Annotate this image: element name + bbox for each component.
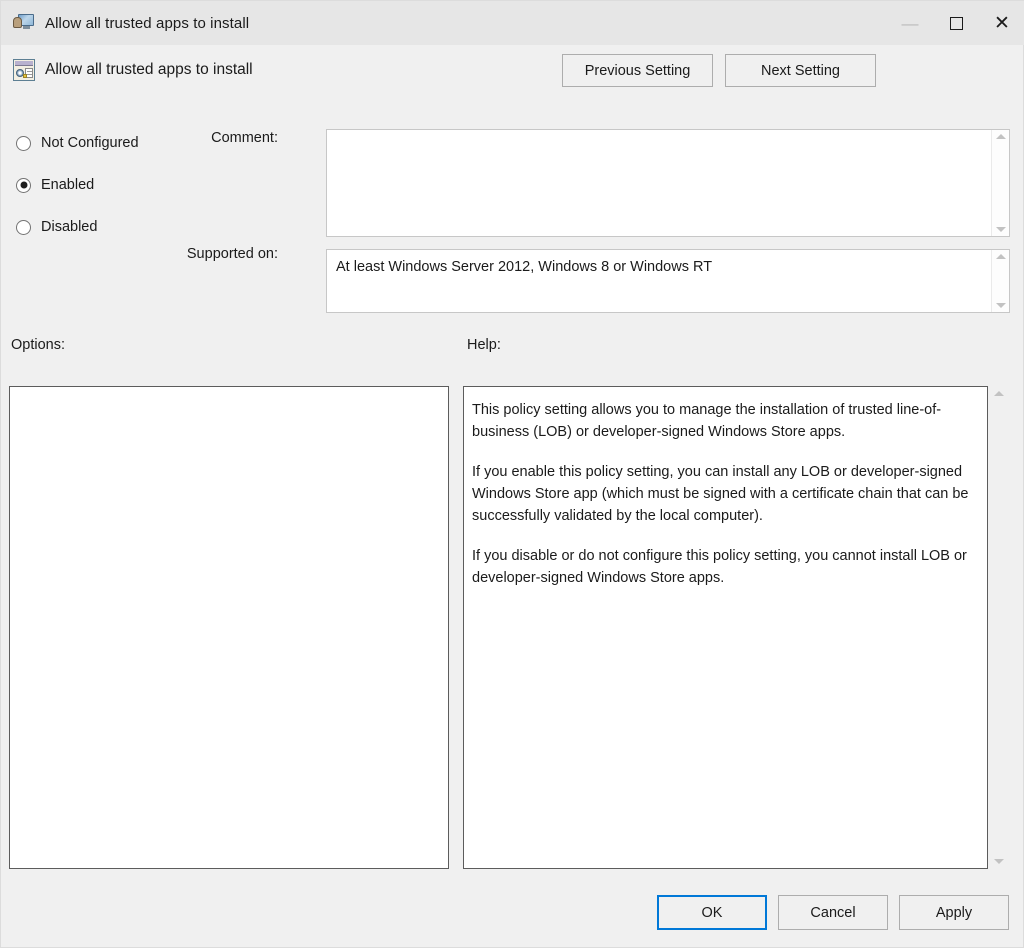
setting-header: Allow all trusted apps to install Previo… [1, 45, 1024, 109]
help-label: Help: [467, 337, 501, 353]
previous-setting-button[interactable]: Previous Setting [562, 54, 713, 87]
cancel-button[interactable]: Cancel [778, 895, 888, 930]
radio-disabled-label: Disabled [41, 219, 98, 235]
options-panel[interactable] [9, 386, 449, 869]
help-panel: This policy setting allows you to manage… [463, 386, 988, 869]
radio-enabled-mark[interactable] [16, 177, 31, 193]
scroll-down-icon[interactable] [995, 227, 1006, 232]
help-scrollbar[interactable] [988, 386, 1010, 869]
maximize-icon[interactable] [933, 1, 979, 45]
title-bar: Allow all trusted apps to install — ✕ [1, 1, 1024, 45]
window-controls: — ✕ [887, 1, 1024, 45]
comment-text[interactable] [327, 130, 991, 236]
setting-title: Allow all trusted apps to install [45, 61, 253, 78]
policy-setting-icon [13, 59, 35, 81]
supported-on-label: Supported on: [186, 246, 278, 262]
radio-disabled-mark[interactable] [16, 219, 31, 235]
help-paragraph: If you disable or do not configure this … [472, 548, 967, 587]
comment-scrollbar[interactable] [991, 130, 1009, 236]
help-paragraph: If you enable this policy setting, you c… [472, 464, 969, 525]
ok-button[interactable]: OK [657, 895, 767, 930]
supported-on-text: At least Windows Server 2012, Windows 8 … [336, 259, 713, 275]
comment-label: Comment: [211, 130, 278, 146]
options-label: Options: [11, 337, 65, 353]
scroll-up-icon[interactable] [995, 134, 1006, 139]
close-icon[interactable]: ✕ [979, 1, 1024, 45]
window-title: Allow all trusted apps to install [45, 14, 250, 32]
supported-on-field: At least Windows Server 2012, Windows 8 … [326, 249, 1010, 313]
policy-setting-dialog: Allow all trusted apps to install — ✕ Al… [0, 0, 1024, 948]
scroll-down-icon[interactable] [994, 859, 1004, 864]
radio-disabled[interactable]: Disabled [16, 219, 97, 235]
help-paragraph: This policy setting allows you to manage… [472, 402, 942, 441]
help-panel-wrap: This policy setting allows you to manage… [463, 386, 1010, 869]
radio-enabled[interactable]: Enabled [16, 177, 94, 193]
minimize-icon[interactable]: — [887, 1, 933, 45]
scroll-down-icon[interactable] [995, 303, 1006, 308]
scroll-up-icon[interactable] [995, 254, 1006, 259]
next-setting-button[interactable]: Next Setting [725, 54, 876, 87]
comment-field[interactable] [326, 129, 1010, 237]
scroll-up-icon[interactable] [994, 391, 1004, 396]
apply-button[interactable]: Apply [899, 895, 1009, 930]
radio-not-configured-mark[interactable] [16, 135, 31, 151]
supported-on-scrollbar[interactable] [991, 250, 1009, 312]
policy-monitor-user-icon [13, 13, 35, 33]
radio-enabled-label: Enabled [41, 177, 95, 193]
